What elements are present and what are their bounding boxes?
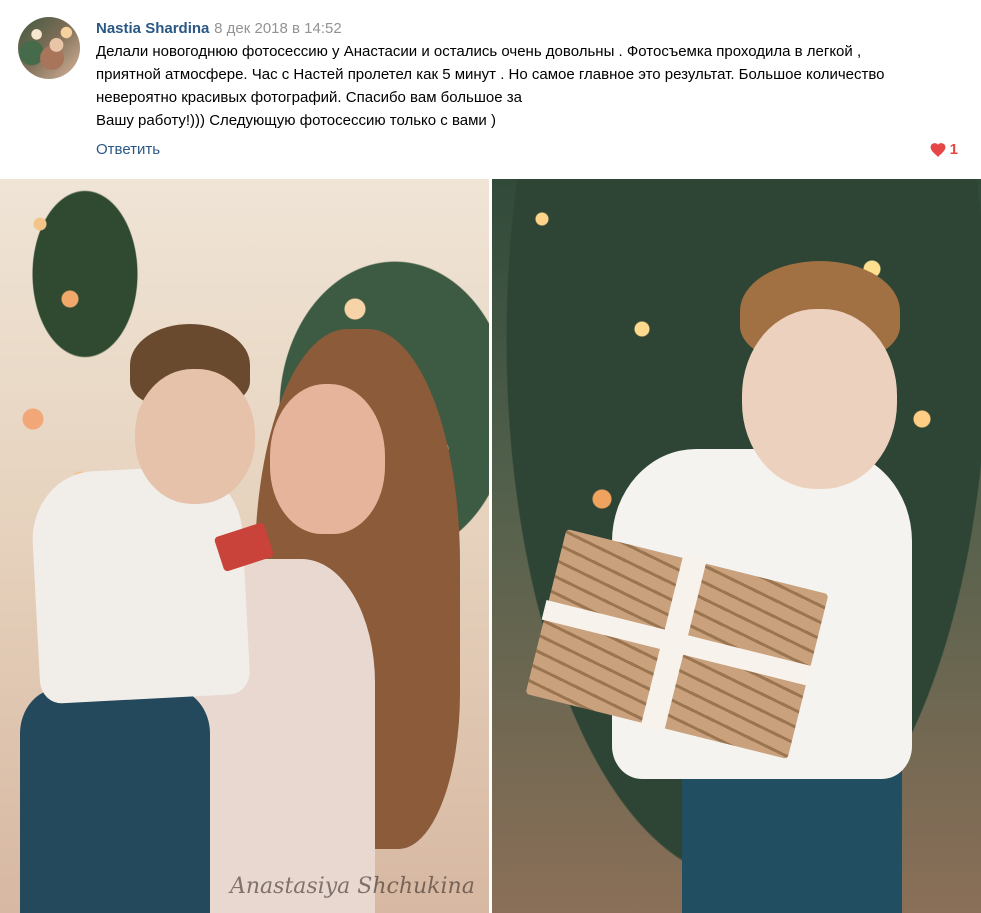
avatar[interactable]	[18, 17, 80, 79]
comment-block: Nastia Shardina 8 дек 2018 в 14:52 Делал…	[0, 0, 981, 913]
comment-text-line: Делали новогоднюю фотосессию у Анастасии…	[96, 43, 862, 60]
boy-face	[135, 369, 255, 504]
reply-button[interactable]: Ответить	[96, 140, 160, 160]
like-count: 1	[949, 141, 958, 158]
comment-text-line: Вашу работу!))) Следующую фотосессию тол…	[96, 112, 496, 129]
boy-pants	[20, 689, 210, 913]
photo-boy-with-gift[interactable]	[492, 179, 981, 913]
comment-date[interactable]: 8 дек 2018 в 14:52	[214, 20, 342, 37]
comment-header: Nastia Shardina 8 дек 2018 в 14:52	[96, 18, 342, 39]
photo-watermark: Anastasiya Shchukina	[230, 874, 475, 899]
comment-text-line: невероятно красивых фотографий. Спасибо …	[96, 89, 522, 106]
woman-face	[270, 384, 385, 534]
author-name[interactable]: Nastia Shardina	[96, 20, 209, 37]
boy-face	[742, 309, 897, 489]
like-button[interactable]: 1	[930, 140, 958, 160]
heart-icon	[930, 143, 946, 158]
comment-text: Делали новогоднюю фотосессию у Анастасии…	[96, 40, 971, 132]
photo-mother-and-son[interactable]: Anastasiya Shchukina	[0, 179, 489, 913]
comment-text-line: приятной атмосфере. Час с Настей пролете…	[96, 66, 885, 83]
